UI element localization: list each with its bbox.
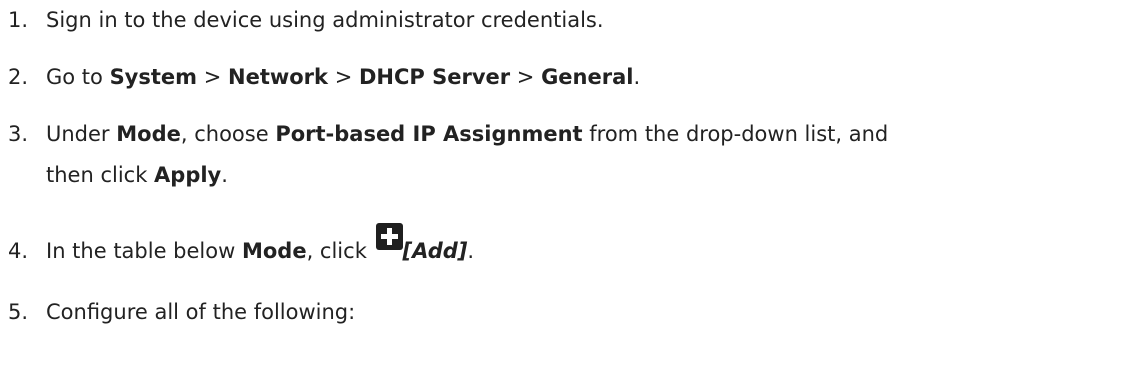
- step-number: 3.: [8, 122, 29, 146]
- menu-path-general: General: [541, 65, 634, 89]
- step-suffix: .: [633, 65, 641, 89]
- add-label: [Add]: [402, 239, 468, 263]
- step-text: Configure all of the following:: [46, 300, 356, 324]
- step-text: .: [467, 239, 475, 263]
- step-1: 1. Sign in to the device using administra…: [8, 5, 604, 35]
- step-text: , click: [306, 239, 374, 263]
- plus-icon: [375, 223, 403, 250]
- step-text: , choose: [180, 122, 276, 146]
- menu-path-dhcp-server: DHCP Server: [358, 65, 511, 89]
- menu-path-network: Network: [228, 65, 329, 89]
- option-port-based: Port-based IP Assignment: [275, 122, 583, 146]
- mode-label: Mode: [241, 239, 307, 263]
- path-separator: >: [510, 65, 542, 89]
- step-number: 1.: [8, 8, 29, 32]
- step-text: Under: [46, 122, 117, 146]
- apply-label: Apply: [154, 163, 222, 187]
- step-4: 4. In the table below Mode, click [Add].: [8, 223, 475, 266]
- step-2: 2. Go to System > Network > DHCP Server >…: [8, 62, 640, 92]
- step-5: 5. Configure all of the following:: [8, 297, 355, 327]
- step-text: then click: [46, 163, 155, 187]
- instruction-steps: 1. Sign in to the device using administra…: [0, 0, 1146, 389]
- step-number: 5.: [8, 300, 29, 324]
- step-number: 4.: [8, 239, 29, 263]
- path-separator: >: [197, 65, 228, 89]
- step-text: Sign in to the device using administrato…: [46, 8, 604, 32]
- step-text: from the drop-down list, and: [582, 122, 889, 146]
- step-prefix: Go to: [46, 65, 110, 89]
- mode-label: Mode: [116, 122, 181, 146]
- menu-path-system: System: [109, 65, 198, 89]
- step-number: 2.: [8, 65, 29, 89]
- step-text: In the table below: [46, 239, 242, 263]
- step-3-continued: then click Apply.: [46, 160, 228, 190]
- path-separator: >: [328, 65, 359, 89]
- step-text: .: [221, 163, 228, 187]
- step-3: 3. Under Mode, choose Port-based IP Assig…: [8, 119, 888, 149]
